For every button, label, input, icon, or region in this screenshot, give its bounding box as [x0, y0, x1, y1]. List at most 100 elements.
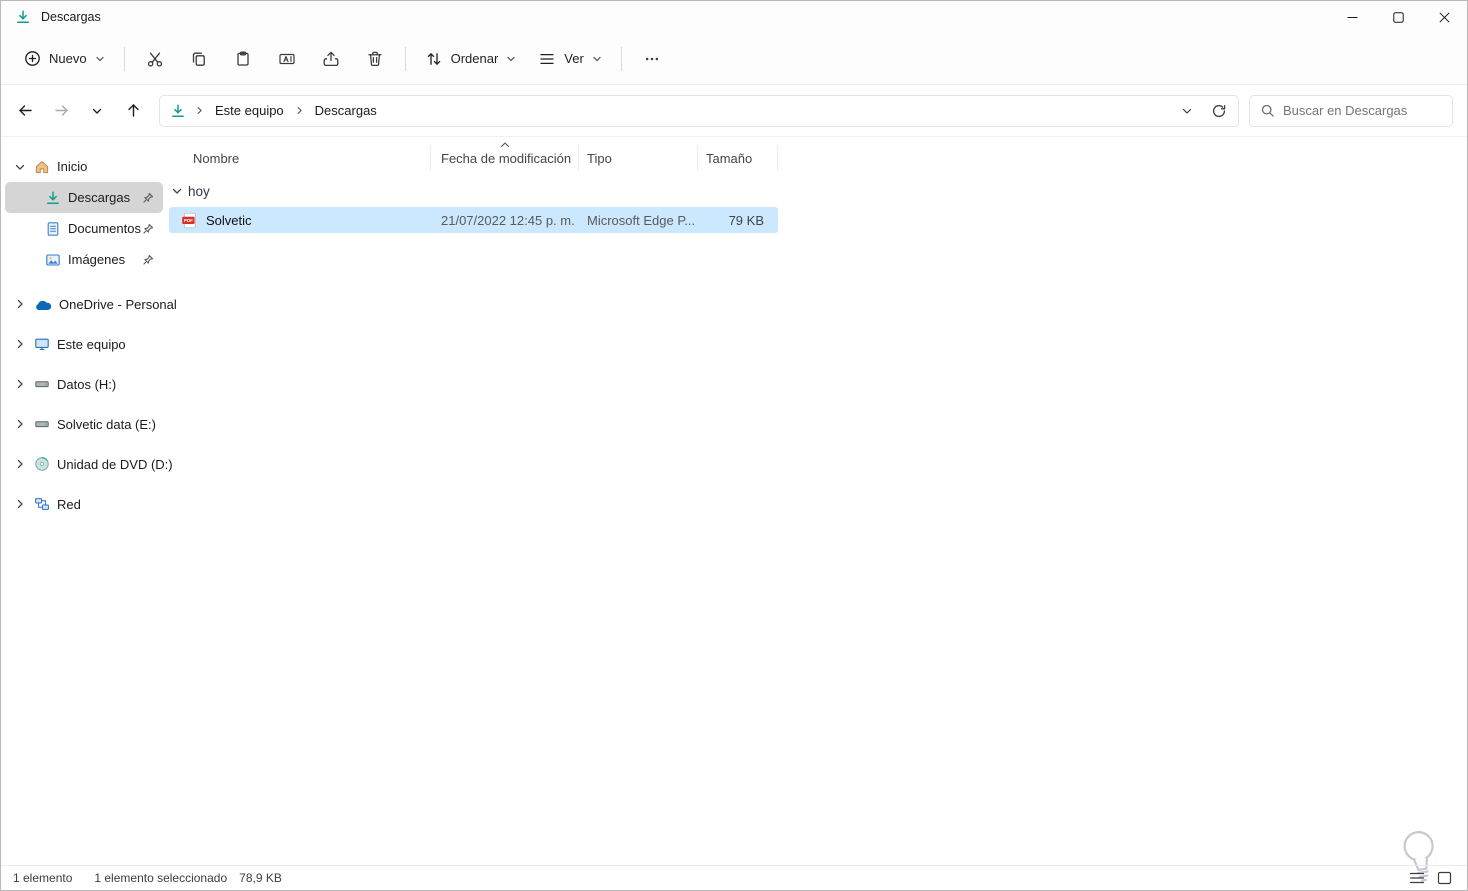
large-icons-view-button[interactable] — [1433, 868, 1455, 888]
breadcrumb-chevron-icon[interactable] — [293, 106, 306, 115]
toolbar-separator — [620, 46, 622, 71]
chevron-right-icon[interactable] — [13, 337, 27, 351]
chevron-right-icon[interactable] — [13, 297, 27, 311]
sidebar-item-descargas[interactable]: Descargas — [5, 182, 163, 213]
dvd-disc-icon — [34, 456, 50, 472]
sidebar-item-onedrive[interactable]: OneDrive - Personal — [5, 284, 177, 324]
chevron-down-icon[interactable] — [171, 185, 183, 197]
delete-button[interactable] — [353, 41, 397, 77]
sidebar-item-imagenes[interactable]: Imágenes — [5, 244, 163, 275]
sidebar-item-label: Red — [57, 496, 81, 512]
sidebar-item-documentos[interactable]: Documentos — [5, 213, 163, 244]
sidebar-item-red[interactable]: Red — [5, 484, 163, 524]
chevron-right-icon[interactable] — [13, 497, 27, 511]
svg-text:PDF: PDF — [184, 218, 193, 223]
hard-drive-icon — [34, 376, 50, 392]
details-view-button[interactable] — [1406, 868, 1428, 888]
sidebar-item-label: Este equipo — [57, 336, 126, 352]
chevron-down-icon — [1182, 108, 1192, 114]
recent-locations-button[interactable] — [80, 94, 114, 128]
rename-icon — [278, 50, 296, 68]
close-button[interactable] — [1421, 1, 1467, 33]
new-button[interactable]: Nuevo — [13, 41, 116, 77]
refresh-button[interactable] — [1204, 97, 1234, 125]
pin-icon — [142, 223, 154, 235]
back-arrow-icon — [18, 105, 32, 116]
pin-icon — [142, 254, 154, 266]
home-icon — [34, 159, 50, 175]
breadcrumb-este-equipo[interactable]: Este equipo — [208, 98, 291, 123]
search-input[interactable] — [1283, 103, 1442, 118]
details-view-icon — [1409, 872, 1425, 884]
sidebar-item-inicio[interactable]: Inicio — [5, 151, 163, 182]
search-box — [1249, 94, 1453, 127]
trash-icon — [366, 50, 384, 68]
sidebar-separator — [1, 275, 167, 284]
sort-button[interactable]: Ordenar — [414, 41, 528, 77]
file-explorer-window: Descargas Nuevo Ordenar Ver Este equipo … — [0, 0, 1468, 891]
column-header-tamano[interactable]: Tamaño — [698, 145, 778, 171]
chevron-down-icon[interactable] — [13, 160, 27, 174]
up-arrow-icon — [127, 104, 139, 117]
chevron-right-icon[interactable] — [13, 417, 27, 431]
network-icon — [34, 496, 50, 512]
clipboard-icon — [234, 50, 252, 68]
address-bar[interactable]: Este equipo Descargas — [159, 94, 1239, 127]
paste-button[interactable] — [221, 41, 265, 77]
view-button[interactable]: Ver — [527, 41, 613, 77]
address-dropdown-button[interactable] — [1172, 97, 1202, 125]
sidebar-item-label: Imágenes — [68, 252, 126, 267]
rename-button[interactable] — [265, 41, 309, 77]
forward-button[interactable] — [44, 94, 78, 128]
chevron-right-icon[interactable] — [13, 377, 27, 391]
sidebar-item-label: Unidad de DVD (D:) — [57, 456, 173, 472]
column-header-nombre[interactable]: Nombre — [169, 145, 431, 171]
file-list-panel: Nombre Fecha de modificación Tipo Tamaño — [167, 137, 1467, 865]
up-button[interactable] — [116, 94, 150, 128]
file-modified: 21/07/2022 12:45 p. m. — [441, 212, 575, 228]
file-rows: PDF Solvetic 21/07/2022 12:45 p. m. Micr… — [169, 207, 1467, 233]
toolbar-separator — [404, 46, 406, 71]
column-label: Tamaño — [706, 150, 753, 166]
share-button[interactable] — [309, 41, 353, 77]
breadcrumb-chevron-icon[interactable] — [193, 106, 206, 115]
download-icon — [45, 190, 61, 206]
sort-button-label: Ordenar — [450, 51, 499, 66]
file-name: Solvetic — [206, 212, 252, 228]
view-toggles — [1406, 868, 1455, 888]
item-count: 1 elemento — [13, 871, 73, 885]
sidebar-item-este-equipo[interactable]: Este equipo — [5, 324, 163, 364]
sidebar-item-solvetic-data-e[interactable]: Solvetic data (E:) — [5, 404, 163, 444]
column-header-fecha[interactable]: Fecha de modificación — [431, 142, 579, 171]
breadcrumb-descargas[interactable]: Descargas — [308, 98, 384, 123]
sidebar-item-datos-h[interactable]: Datos (H:) — [5, 364, 163, 404]
back-button[interactable] — [8, 94, 42, 128]
file-row-solvetic[interactable]: PDF Solvetic 21/07/2022 12:45 p. m. Micr… — [169, 207, 778, 233]
chevron-down-icon — [506, 54, 516, 64]
chevron-down-icon — [592, 54, 602, 64]
titlebar: Descargas — [1, 1, 1467, 33]
column-label: Nombre — [193, 150, 240, 166]
chevron-right-icon[interactable] — [13, 457, 27, 471]
refresh-icon — [1212, 104, 1226, 117]
group-header-hoy[interactable]: hoy — [169, 179, 1467, 203]
group-label: hoy — [188, 183, 210, 199]
copy-button[interactable] — [177, 41, 221, 77]
sidebar-item-label: Descargas — [68, 190, 131, 205]
more-options-button[interactable] — [630, 41, 674, 77]
forward-arrow-icon — [54, 105, 68, 116]
sidebar-item-label: Datos (H:) — [57, 376, 117, 392]
sort-ascending-caret-icon — [499, 141, 511, 148]
maximize-button[interactable] — [1375, 1, 1421, 33]
minimize-button[interactable] — [1329, 1, 1375, 33]
copy-icon — [190, 50, 208, 68]
sidebar-item-dvd-d[interactable]: Unidad de DVD (D:) — [5, 444, 173, 484]
hard-drive-icon — [34, 416, 50, 432]
column-headers: Nombre Fecha de modificación Tipo Tamaño — [169, 142, 1467, 171]
selection-size: 78,9 KB — [239, 871, 282, 885]
toolbar-separator — [123, 46, 125, 71]
column-header-tipo[interactable]: Tipo — [579, 145, 698, 171]
selection-count: 1 elemento seleccionado — [94, 871, 228, 885]
cut-button[interactable] — [133, 41, 177, 77]
onedrive-cloud-icon — [34, 298, 52, 311]
